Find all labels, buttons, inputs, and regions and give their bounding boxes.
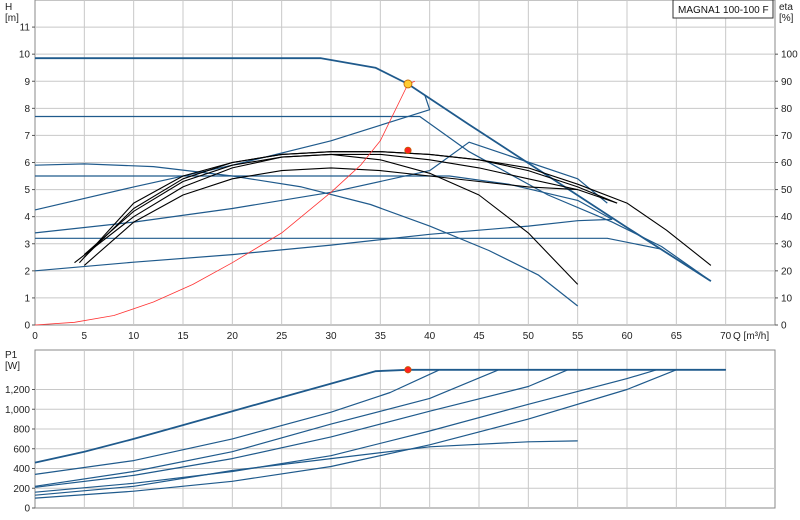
pump-curve-figure: 0 1 2 3 4 5 6 7 8 9 10 11 0 10 20 30 40 50 60 70 80 90 100 0 5 10…: [0, 0, 800, 520]
y-left-tick-label: 9: [24, 77, 30, 88]
power-plot-ticks: 0 200 400 600 800 1,000 1,200: [5, 385, 35, 515]
y-left-tick-label: 8: [24, 104, 30, 115]
y-left-tick-label: 11: [20, 23, 31, 34]
y-left-tick-label: 5: [24, 185, 30, 196]
x-tick-label: 15: [177, 331, 189, 342]
y-right-label-top: eta: [779, 2, 793, 13]
operating-point-marker: [403, 79, 413, 89]
x-tick-label: 30: [325, 331, 337, 342]
model-label: MAGNA1 100-100 F: [678, 5, 769, 16]
y-right-tick-label: 90: [781, 77, 793, 88]
y-right-tick-label: 50: [781, 185, 793, 196]
y-left-tick-label: 200: [13, 484, 30, 495]
power-y-label-bottom: [W]: [5, 361, 20, 372]
y-left-tick-label: 0: [24, 321, 30, 332]
y-left-tick-label: 800: [13, 425, 30, 436]
power-y-label-top: P1: [5, 350, 18, 361]
y-left-tick-label: 400: [13, 464, 30, 475]
y-right-tick-label: 70: [781, 131, 793, 142]
y-left-tick-label: 1,000: [5, 405, 30, 416]
x-tick-label: 60: [621, 331, 633, 342]
y-right-tick-label: 30: [781, 239, 793, 250]
x-tick-label: 10: [128, 331, 140, 342]
y-right-tick-label: 0: [781, 321, 787, 332]
y-left-tick-label: 4: [24, 212, 30, 223]
y-right-tick-label: 60: [781, 158, 793, 169]
y-left-tick-label: 10: [19, 50, 31, 61]
y-left-label-top: H: [5, 2, 12, 13]
x-tick-label: 70: [720, 331, 732, 342]
operating-point-marker: [404, 146, 412, 154]
y-right-tick-label: 20: [781, 266, 793, 277]
y-left-tick-label: 7: [24, 131, 30, 142]
x-tick-label: 35: [375, 331, 387, 342]
y-left-tick-label: 3: [24, 239, 30, 250]
x-tick-label: 50: [523, 331, 535, 342]
y-left-tick-label: 1,200: [5, 385, 30, 396]
y-right-tick-label: 40: [781, 212, 793, 223]
x-tick-label: 5: [82, 331, 88, 342]
y-right-label-bottom: [%]: [779, 13, 794, 24]
operating-point-marker: [404, 366, 412, 374]
pump-curve-chart: 0123456789101101020304050607080901000 5 10…: [5, 0, 798, 515]
y-right-tick-label: 100: [781, 50, 798, 61]
y-left-tick-label: 0: [24, 504, 30, 515]
y-left-tick-label: 600: [13, 444, 30, 455]
x-tick-label: 40: [424, 331, 436, 342]
y-right-tick-label: 80: [781, 104, 793, 115]
x-tick-label: 20: [227, 331, 239, 342]
y-left-tick-label: 6: [24, 158, 30, 169]
y-left-label-bottom: [m]: [5, 13, 19, 24]
x-tick-label: 45: [473, 331, 485, 342]
x-tick-label: 55: [572, 331, 584, 342]
y-left-tick-label: 1: [24, 293, 30, 304]
x-tick-label: 0: [32, 331, 38, 342]
x-tick-label: 25: [276, 331, 288, 342]
y-right-tick-label: 10: [781, 293, 793, 304]
x-axis-label: Q [m³/h]: [733, 331, 769, 342]
x-tick-label: 65: [671, 331, 683, 342]
y-left-tick-label: 2: [24, 266, 30, 277]
